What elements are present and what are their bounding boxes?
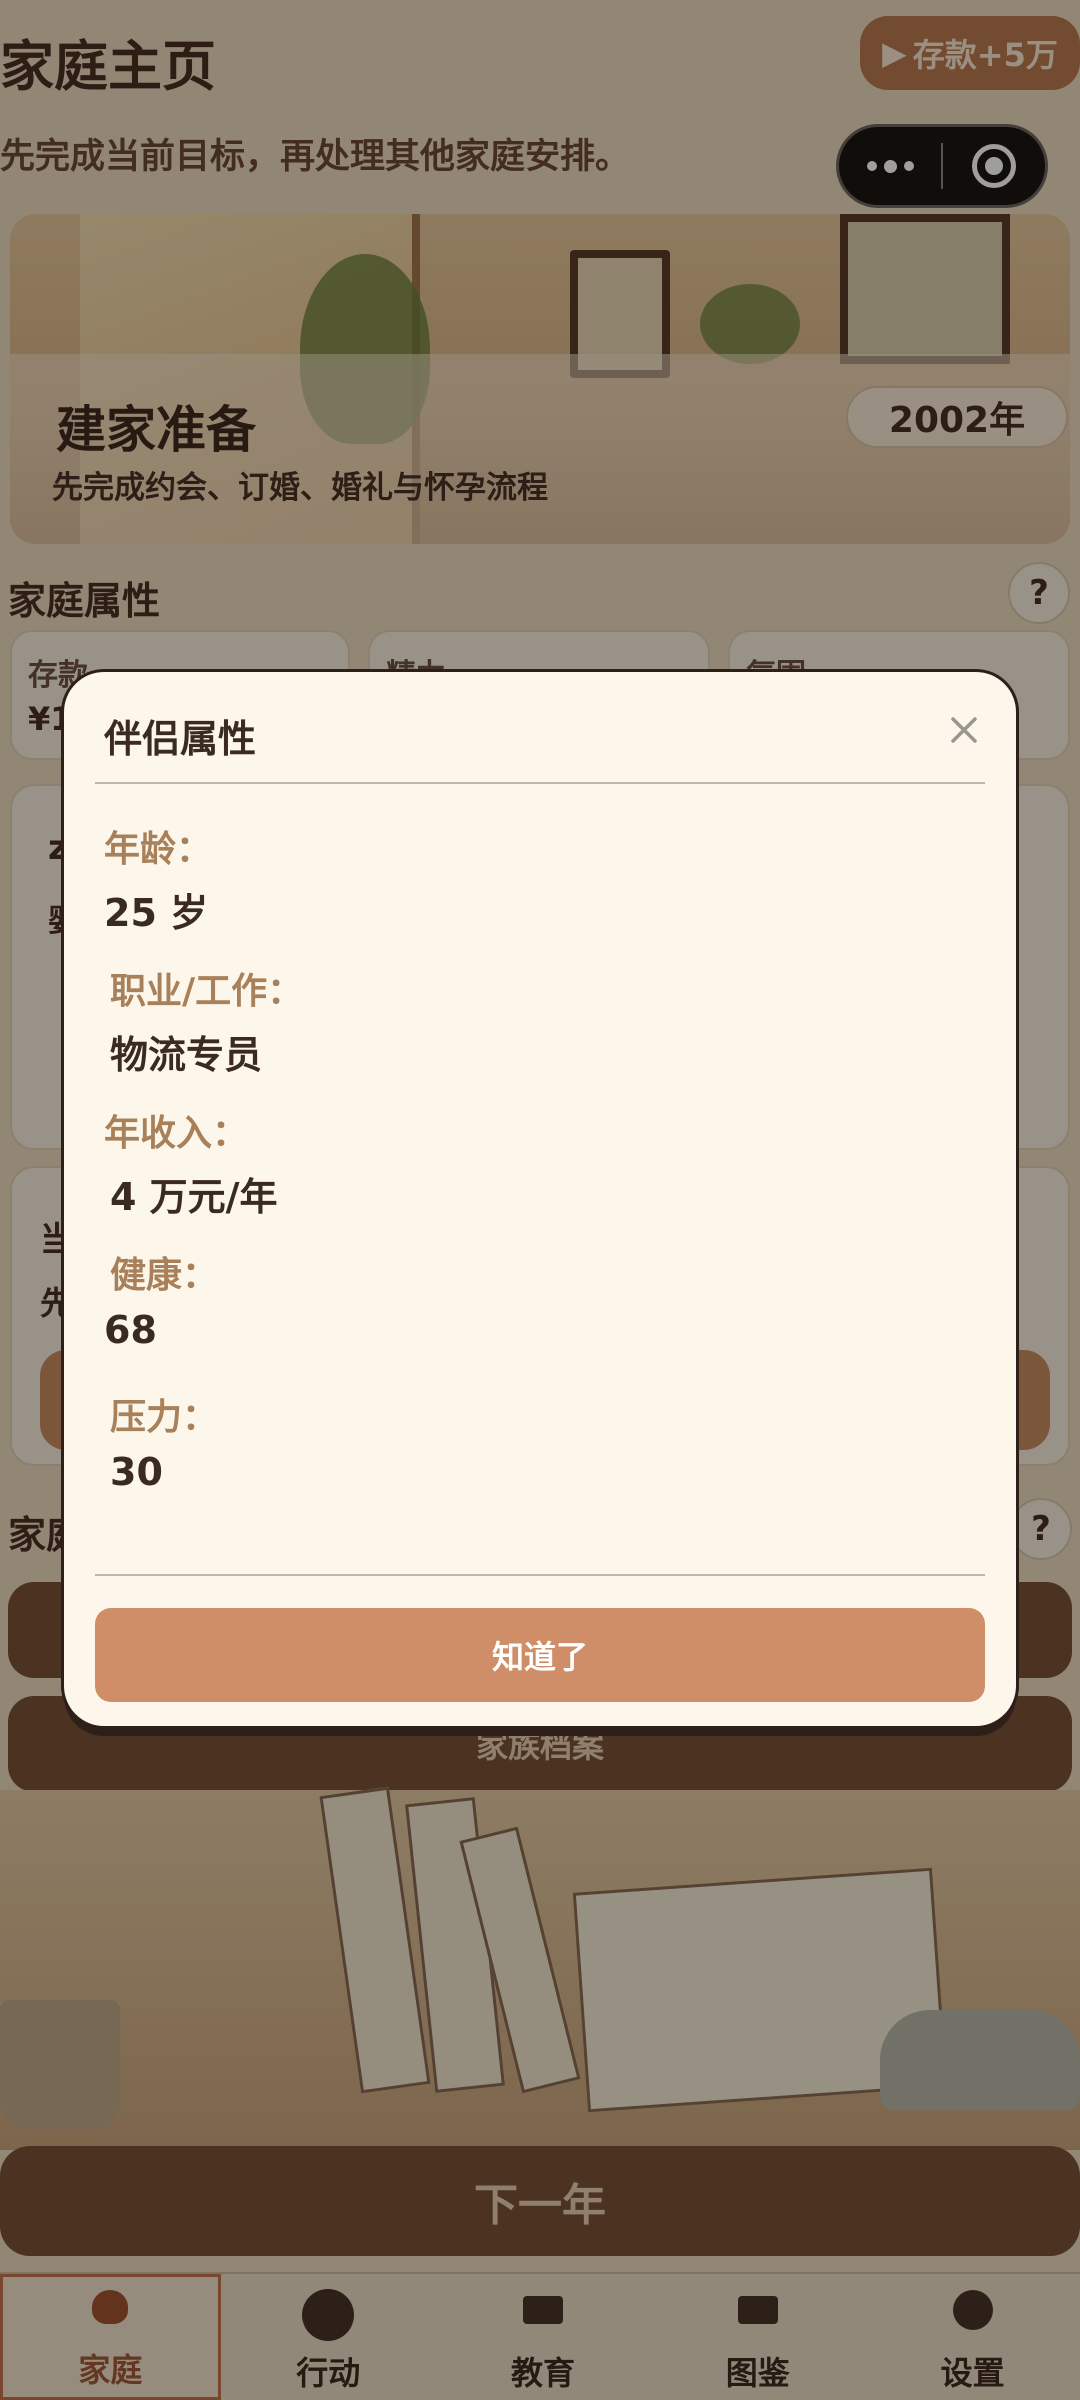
age-value: 25 岁 (104, 891, 209, 935)
income-value: 4 万元/年 (110, 1175, 278, 1219)
modal-top-divider (95, 782, 985, 784)
health-value: 68 (104, 1308, 157, 1352)
occupation-label: 职业/工作： (110, 971, 304, 1012)
health-label: 健康： (110, 1255, 219, 1296)
partner-attributes-modal: 伴侣属性 年龄： 25 岁 职业/工作： 物流专员 年收入： 4 万元/年 健康… (64, 672, 1016, 1726)
close-icon[interactable] (936, 702, 992, 758)
modal-title: 伴侣属性 (104, 717, 257, 761)
income-label: 年收入： (104, 1113, 249, 1154)
age-label: 年龄： (104, 829, 213, 870)
confirm-button[interactable]: 知道了 (95, 1608, 985, 1702)
stress-value: 30 (110, 1450, 163, 1494)
stress-label: 压力： (110, 1397, 219, 1438)
occupation-value: 物流专员 (110, 1033, 263, 1077)
modal-bottom-divider (95, 1574, 985, 1576)
